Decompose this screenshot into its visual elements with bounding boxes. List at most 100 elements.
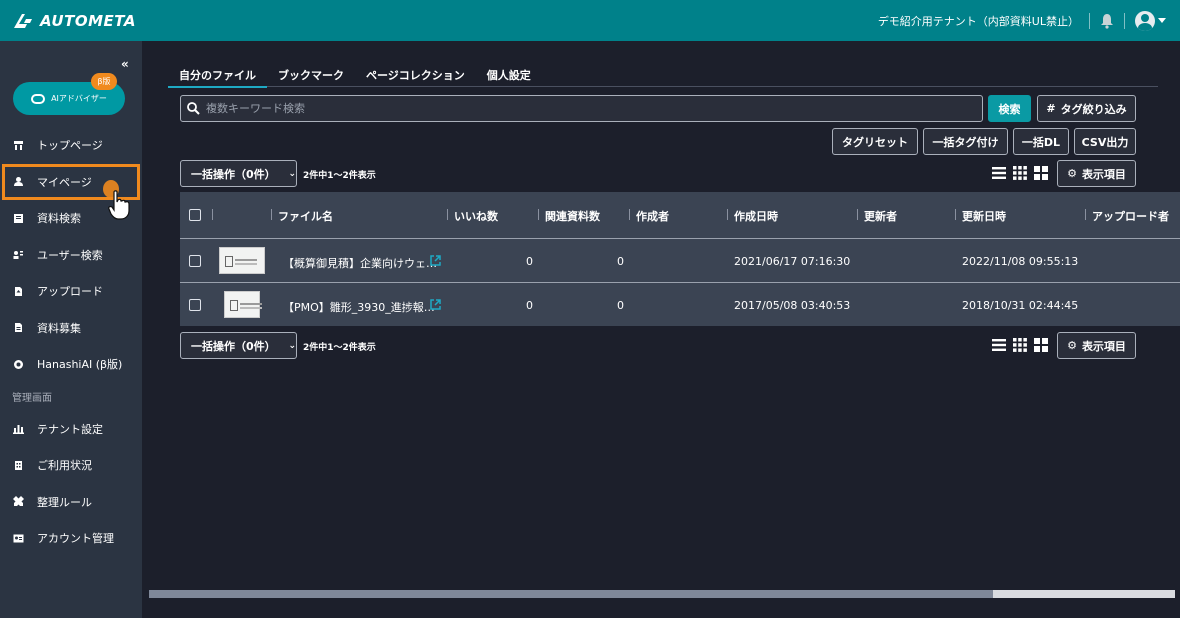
file-thumbnail[interactable] [219,247,265,274]
select-all-checkbox[interactable] [189,209,201,221]
robot-icon [31,93,46,104]
hash-icon: # [1046,102,1056,115]
sidebar-item-file-request[interactable]: 資料募集 [0,310,142,347]
admin-section-heading: 管理画面 [12,393,52,404]
sidebar-item-top-page[interactable]: トップページ [0,127,142,164]
sidebar-item-label: アカウント管理 [37,532,114,546]
sidebar-item-label: テナント設定 [37,422,103,436]
column-divider [212,209,213,220]
display-items-button-bottom[interactable]: ⚙ 表示項目 [1057,332,1136,359]
bulk-download-button[interactable]: 一括DL [1013,128,1069,155]
sidebar: « AIアドバイザー β版 トップページ マイページ 資料検索 ユーザー検索 ア… [0,41,142,618]
file-request-icon [13,322,24,333]
app-logo[interactable]: AUTOMETA [12,12,136,30]
top-bar: AUTOMETA デモ紹介用テナント（内部資料UL禁止） [0,0,1180,41]
sidebar-item-user-search[interactable]: ユーザー検索 [0,237,142,274]
sidebar-item-label: 資料募集 [37,321,81,335]
small-grid-view-icon[interactable] [1013,166,1027,180]
file-name-link[interactable]: 【PMO】雛形_3930_進捗報… [283,299,435,315]
list-view-icon[interactable] [992,166,1006,180]
user-menu[interactable] [1135,10,1166,31]
sidebar-item-label: トップページ [37,139,103,153]
sidebar-item-usage[interactable]: ご利用状況 [0,447,142,484]
notification-bell-icon[interactable] [1100,13,1114,29]
small-grid-view-icon[interactable] [1013,338,1027,352]
column-header-related[interactable]: 関連資料数 [545,208,600,224]
row-checkbox[interactable] [189,299,201,311]
column-divider [727,209,728,220]
pointer-hand-icon [108,190,130,220]
tab-bookmarks[interactable]: ブックマーク [267,63,355,87]
keyword-search-input[interactable] [206,102,966,115]
created-date: 2021/06/17 07:16:30 [734,255,851,268]
bulk-action-label: 一括操作（0件） [191,167,276,181]
display-items-label: 表示項目 [1081,167,1126,181]
collapse-sidebar-icon[interactable]: « [121,57,129,71]
divider [1124,12,1125,29]
scrollbar-thumb[interactable] [149,590,993,598]
sidebar-item-organize-rules[interactable]: 整理ルール [0,484,142,521]
column-header-file-name[interactable]: ファイル名 [278,208,333,224]
large-grid-view-icon[interactable] [1034,166,1048,180]
file-name-link[interactable]: 【概算御見積】企業向けウェ… [283,255,437,271]
list-view-icon[interactable] [992,338,1006,352]
created-date: 2017/05/08 03:40:53 [734,299,851,312]
row-checkbox[interactable] [189,255,201,267]
chat-ai-icon [13,359,24,370]
view-toggle-group-bottom [992,338,1048,352]
tag-reset-button[interactable]: タグリセット [832,128,918,155]
file-thumbnail[interactable] [224,291,262,318]
tag-filter-label: タグ絞り込み [1060,102,1127,116]
home-icon [13,140,24,151]
column-divider [271,209,272,220]
table-row[interactable]: 【PMO】雛形_3930_進捗報… 0 0 2017/05/08 03:40:5… [180,282,1180,326]
sidebar-item-hanashi-ai[interactable]: HanashiAI (β版) [0,346,142,383]
bulk-action-label: 一括操作（0件） [191,339,276,353]
column-header-updater[interactable]: 更新者 [864,208,897,224]
column-header-updated[interactable]: 更新日時 [962,208,1006,224]
usage-icon [13,460,24,471]
column-divider [629,209,630,220]
sidebar-item-label: 整理ルール [37,495,92,509]
view-toggle-group [992,166,1048,180]
chevron-down-icon [1158,18,1166,23]
tag-filter-button[interactable]: # タグ絞り込み [1037,95,1136,122]
column-divider [538,209,539,220]
chevron-down-icon: ⌄ [288,340,296,351]
column-header-likes[interactable]: いいね数 [454,208,498,224]
external-link-icon[interactable] [430,255,441,266]
display-items-button[interactable]: ⚙ 表示項目 [1057,160,1136,187]
sidebar-item-upload[interactable]: アップロード [0,273,142,310]
search-box [180,95,983,122]
column-header-creator[interactable]: 作成者 [636,208,669,224]
document-search-icon [13,213,24,224]
tab-page-collection[interactable]: ページコレクション [355,63,476,87]
ai-advisor-label: AIアドバイザー [51,94,107,103]
file-table: ファイル名 いいね数 関連資料数 作成者 作成日時 更新者 更新日時 アップロー… [180,192,1180,326]
csv-export-button[interactable]: CSV出力 [1074,128,1136,155]
user-search-icon [13,249,24,260]
sidebar-item-tenant-settings[interactable]: テナント設定 [0,411,142,448]
gear-icon: ⚙ [1067,339,1077,352]
search-button[interactable]: 検索 [988,95,1031,122]
display-items-label: 表示項目 [1081,339,1126,353]
external-link-icon[interactable] [430,299,441,310]
large-grid-view-icon[interactable] [1034,338,1048,352]
tenant-name[interactable]: デモ紹介用テナント（内部資料UL禁止） [878,13,1079,29]
related-count: 0 [617,255,624,268]
updated-date: 2018/10/31 02:44:45 [962,299,1079,312]
bulk-action-dropdown[interactable]: 一括操作（0件） ⌄ [180,160,297,187]
logo-icon [14,13,32,28]
bulk-tag-button[interactable]: 一括タグ付け [923,128,1008,155]
table-row[interactable]: 【概算御見積】企業向けウェ… 0 0 2021/06/17 07:16:30 2… [180,238,1180,282]
sidebar-item-account-management[interactable]: アカウント管理 [0,520,142,557]
column-header-uploader[interactable]: アップロード者 [1092,208,1169,224]
divider [1089,12,1090,29]
sidebar-item-label: ユーザー検索 [37,248,103,262]
bulk-action-dropdown-bottom[interactable]: 一括操作（0件） ⌄ [180,332,297,359]
updated-date: 2022/11/08 09:55:13 [962,255,1079,268]
search-icon [187,102,200,115]
column-header-created[interactable]: 作成日時 [734,208,778,224]
tab-my-files[interactable]: 自分のファイル [168,63,267,88]
tab-personal-settings[interactable]: 個人設定 [476,63,542,87]
